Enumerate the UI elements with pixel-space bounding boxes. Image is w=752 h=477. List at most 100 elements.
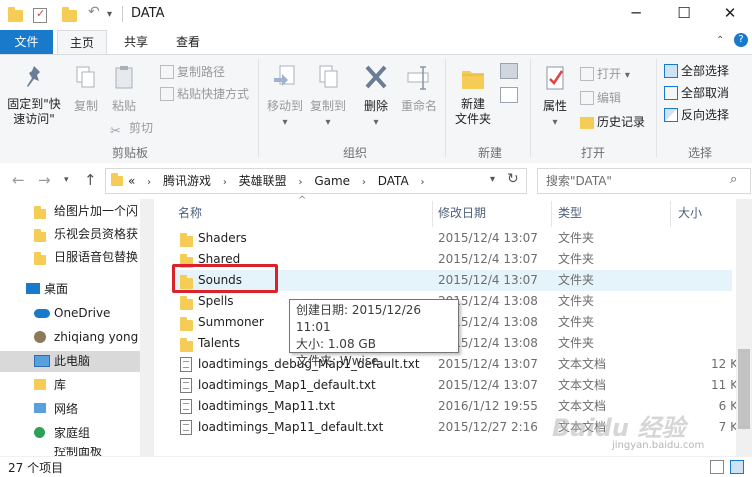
nav-item-user[interactable]: zhiqiang yong bbox=[0, 327, 140, 348]
watermark-logo: Baidu 经验 bbox=[552, 414, 686, 442]
title-bar: ✓ ↶ ▾ DATA ─ ☐ ✕ bbox=[0, 0, 752, 30]
tab-file[interactable]: 文件 bbox=[0, 30, 53, 54]
folder-icon bbox=[34, 251, 48, 265]
select-group-label: 选择 bbox=[687, 146, 712, 160]
properties-button[interactable]: 属性 ▾ bbox=[536, 63, 574, 128]
copy-button[interactable]: 复制 bbox=[68, 63, 104, 114]
address-bar[interactable]: « › 腾讯游戏 › 英雄联盟 › Game › DATA › ▾ ↻ bbox=[105, 168, 527, 194]
properties-quick-icon[interactable]: ✓ bbox=[33, 7, 47, 23]
tab-view[interactable]: 查看 bbox=[164, 30, 212, 54]
nav-item-quick-folder[interactable]: 日服语音包替换 bbox=[0, 247, 140, 268]
paste-label: 粘贴 bbox=[111, 99, 136, 113]
back-arrow-icon[interactable]: ← bbox=[12, 171, 25, 189]
breadcrumb-overflow[interactable]: « bbox=[128, 174, 135, 188]
recent-locations-chevron-icon[interactable]: ▾ bbox=[64, 175, 69, 185]
annotation-highlight-box bbox=[172, 264, 278, 293]
delete-button[interactable]: 删除 ▾ bbox=[358, 63, 394, 128]
history-label: 历史记录 bbox=[597, 115, 646, 129]
new-item-icon[interactable] bbox=[500, 63, 518, 79]
nav-item-network[interactable]: 网络 bbox=[0, 399, 140, 420]
breadcrumb: « › 腾讯游戏 › 英雄联盟 › Game › DATA › bbox=[128, 174, 425, 188]
file-row[interactable]: loadtimings_debug_Map1_default.txt 2015/… bbox=[172, 354, 738, 375]
nav-item-quick-folder[interactable]: 乐视会员资格获 bbox=[0, 224, 140, 245]
maximize-button[interactable]: ☐ bbox=[664, 0, 704, 28]
new-folder-quick-icon[interactable] bbox=[62, 7, 78, 23]
column-header-size[interactable]: 大小 bbox=[678, 204, 702, 221]
search-input[interactable]: 搜索"DATA" ⌕ bbox=[537, 168, 751, 194]
pin-quick-access-button[interactable]: 固定到"快速访问" bbox=[4, 63, 64, 127]
rename-button[interactable]: 重命名 bbox=[396, 63, 442, 114]
minimize-button[interactable]: ─ bbox=[616, 0, 656, 28]
customize-toolbar-chevron-icon[interactable]: ▾ bbox=[107, 9, 123, 25]
nav-item-libraries[interactable]: 库 bbox=[0, 375, 140, 396]
folder-icon bbox=[8, 7, 24, 23]
select-none-icon bbox=[664, 86, 678, 100]
nav-pane-scrollbar[interactable] bbox=[140, 199, 154, 456]
item-count: 27 个项目 bbox=[8, 461, 64, 475]
user-icon bbox=[34, 331, 46, 343]
open-label: 打开 bbox=[597, 67, 622, 81]
edit-label: 编辑 bbox=[597, 91, 622, 105]
select-all-button[interactable]: 全部选择 bbox=[664, 60, 729, 82]
new-folder-icon bbox=[462, 71, 484, 89]
computer-icon bbox=[34, 355, 50, 367]
file-row[interactable]: Shaders 2015/12/4 13:07 文件夹 bbox=[172, 228, 732, 249]
copy-path-button[interactable]: 复制路径 bbox=[160, 61, 225, 83]
pin-icon bbox=[27, 66, 40, 87]
tab-home[interactable]: 主页 bbox=[57, 30, 107, 55]
nav-item-homegroup[interactable]: 家庭组 bbox=[0, 423, 140, 444]
delete-label: 删除 bbox=[363, 99, 388, 113]
tooltip-folders: 文件夹: Wwise bbox=[296, 354, 379, 368]
tab-share[interactable]: 共享 bbox=[112, 30, 160, 54]
nav-item-this-pc[interactable]: 此电脑 bbox=[0, 351, 140, 372]
select-all-label: 全部选择 bbox=[681, 64, 730, 78]
navigation-bar: ← → ▾ ↑ « › 腾讯游戏 › 英雄联盟 › Game › DATA › … bbox=[0, 163, 752, 199]
column-header-name[interactable]: 名称 bbox=[178, 204, 202, 221]
search-icon[interactable]: ⌕ bbox=[730, 172, 737, 187]
address-dropdown-chevron-icon[interactable]: ▾ bbox=[490, 174, 495, 185]
edit-button[interactable]: 编辑 bbox=[580, 87, 621, 109]
folder-info-tooltip: 创建日期: 2015/12/26 11:01 大小: 1.08 GB 文件夹: … bbox=[289, 299, 459, 368]
copy-to-button[interactable]: 复制到 ▾ bbox=[306, 63, 350, 128]
new-folder-label: 新建 文件夹 bbox=[454, 97, 491, 126]
nav-item-control-panel[interactable]: 控制面板 bbox=[0, 447, 140, 456]
edit-icon bbox=[580, 91, 594, 105]
scrollbar-thumb[interactable] bbox=[738, 349, 750, 429]
move-to-button[interactable]: 移动到 ▾ bbox=[264, 63, 306, 128]
breadcrumb-item[interactable]: DATA bbox=[378, 174, 409, 188]
large-icons-view-icon[interactable] bbox=[730, 460, 744, 474]
invert-selection-label: 反向选择 bbox=[681, 108, 730, 122]
collapse-ribbon-icon[interactable]: ⌃ bbox=[716, 35, 724, 46]
up-arrow-icon[interactable]: ↑ bbox=[84, 171, 97, 189]
rename-icon bbox=[407, 66, 429, 90]
select-none-label: 全部取消 bbox=[681, 86, 730, 100]
forward-arrow-icon[interactable]: → bbox=[38, 171, 51, 189]
open-button[interactable]: 打开 ▾ bbox=[580, 63, 630, 85]
paste-shortcut-button[interactable]: 粘贴快捷方式 bbox=[160, 83, 249, 105]
undo-icon[interactable]: ↶ bbox=[88, 4, 104, 20]
nav-item-quick-folder[interactable]: 给图片加一个闪 bbox=[0, 201, 140, 222]
breadcrumb-item[interactable]: 腾讯游戏 bbox=[163, 174, 211, 188]
invert-selection-button[interactable]: 反向选择 bbox=[664, 104, 729, 126]
select-none-button[interactable]: 全部取消 bbox=[664, 82, 729, 104]
breadcrumb-item[interactable]: 英雄联盟 bbox=[239, 174, 287, 188]
paste-button[interactable]: 粘贴 bbox=[106, 63, 142, 114]
pin-quick-access-label: 固定到"快速访问" bbox=[7, 97, 61, 126]
copy-icon bbox=[76, 66, 95, 88]
file-row[interactable]: loadtimings_Map1_default.txt 2015/12/4 1… bbox=[172, 375, 738, 396]
help-icon[interactable]: ? bbox=[734, 33, 748, 47]
nav-item-desktop[interactable]: 桌面 bbox=[0, 279, 140, 300]
easy-access-icon[interactable] bbox=[500, 87, 518, 103]
ribbon-tabs: 文件 主页 共享 查看 ⌃ ? bbox=[0, 30, 752, 55]
paste-icon bbox=[115, 66, 133, 89]
nav-item-onedrive[interactable]: OneDrive bbox=[0, 303, 140, 324]
cut-button[interactable]: ✂ 剪切 bbox=[110, 117, 153, 139]
breadcrumb-item[interactable]: Game bbox=[314, 174, 350, 188]
new-folder-button[interactable]: 新建 文件夹 bbox=[450, 63, 496, 127]
details-view-icon[interactable] bbox=[710, 460, 724, 474]
close-button[interactable]: ✕ bbox=[710, 0, 750, 28]
column-header-type[interactable]: 类型 bbox=[558, 204, 582, 221]
history-button[interactable]: 历史记录 bbox=[580, 111, 645, 133]
refresh-icon[interactable]: ↻ bbox=[507, 171, 519, 187]
column-header-date[interactable]: 修改日期 bbox=[438, 204, 486, 221]
